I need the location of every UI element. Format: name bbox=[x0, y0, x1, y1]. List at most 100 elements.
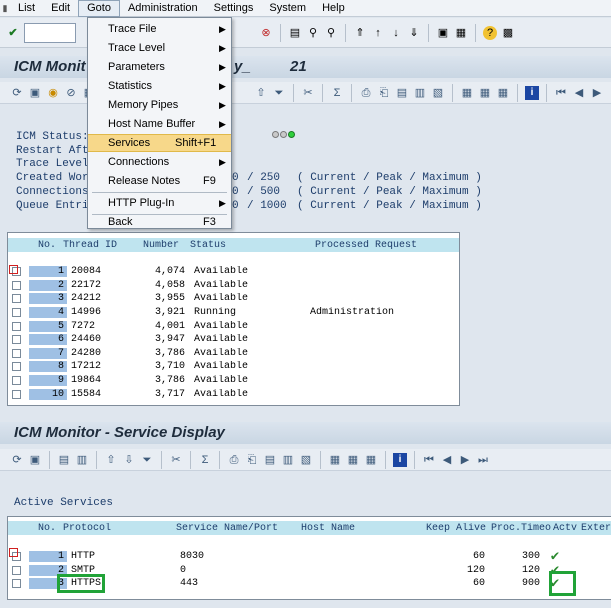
layout-change-icon[interactable]: ▦ bbox=[478, 86, 492, 100]
enter-check-icon[interactable]: ✔ bbox=[6, 26, 20, 40]
menu-list[interactable]: List bbox=[10, 0, 43, 17]
row-select-checkbox[interactable] bbox=[12, 362, 21, 372]
next-page-icon[interactable]: ▶ bbox=[590, 86, 604, 100]
previous-page-icon[interactable]: ↑ bbox=[371, 26, 385, 40]
export-icon[interactable]: ⎙ bbox=[227, 453, 241, 467]
col-service-name-port[interactable]: Service Name/Port bbox=[176, 523, 301, 534]
new-session-icon[interactable]: ▣ bbox=[436, 26, 450, 40]
layout-change-icon[interactable]: ▦ bbox=[346, 453, 360, 467]
sort-ascending-icon[interactable]: ⇧ bbox=[104, 453, 118, 467]
goto-connections[interactable]: Connections ▶ bbox=[88, 153, 231, 171]
goto-services[interactable]: Services Shift+F1 bbox=[88, 134, 231, 152]
deactivate-icon[interactable]: ▥ bbox=[75, 453, 89, 467]
spreadsheet-icon[interactable]: ▥ bbox=[413, 86, 427, 100]
cut-icon[interactable]: ✂ bbox=[169, 453, 183, 467]
goto-parameters[interactable]: Parameters ▶ bbox=[88, 58, 231, 76]
last-page-icon[interactable]: ⏭ bbox=[476, 453, 490, 467]
sort-descending-icon[interactable]: ⇩ bbox=[122, 453, 136, 467]
next-page-icon[interactable]: ▶ bbox=[458, 453, 472, 467]
filter-icon[interactable]: ⏷ bbox=[272, 86, 286, 100]
sort-ascending-icon[interactable]: ⇧ bbox=[254, 86, 268, 100]
menu-settings[interactable]: Settings bbox=[206, 0, 262, 17]
goto-release-notes[interactable]: Release Notes F9 bbox=[88, 172, 231, 190]
col-processed-request[interactable]: Processed Request bbox=[315, 240, 455, 251]
help-icon[interactable]: ? bbox=[483, 25, 497, 40]
table-row[interactable]: 10 15584 3,717 Available bbox=[8, 387, 459, 401]
table-row[interactable]: 1 20084 4,074 Available bbox=[8, 265, 459, 279]
activate-icon[interactable]: ▤ bbox=[57, 453, 71, 467]
row-select-checkbox[interactable] bbox=[12, 308, 21, 318]
spreadsheet-icon[interactable]: ▥ bbox=[281, 453, 295, 467]
find-icon[interactable]: ⚲ bbox=[306, 26, 320, 40]
col-active[interactable]: Actv bbox=[553, 523, 581, 534]
col-number[interactable]: Number bbox=[143, 240, 190, 251]
word-processing-icon[interactable]: ▤ bbox=[395, 86, 409, 100]
details-icon[interactable]: ▣ bbox=[28, 453, 42, 467]
previous-page-icon[interactable]: ◀ bbox=[572, 86, 586, 100]
row-select-checkbox[interactable] bbox=[12, 565, 21, 575]
sum-icon[interactable]: Σ bbox=[330, 86, 344, 100]
layout-select-icon[interactable]: ▦ bbox=[460, 86, 474, 100]
row-select-checkbox[interactable] bbox=[12, 321, 21, 331]
row-select-checkbox[interactable] bbox=[12, 348, 21, 358]
goto-trace-level[interactable]: Trace Level ▶ bbox=[88, 39, 231, 57]
cancel-icon[interactable]: ⊘ bbox=[64, 86, 78, 100]
layout-save-icon[interactable]: ▦ bbox=[364, 453, 378, 467]
first-page-icon[interactable]: ⏮ bbox=[422, 453, 436, 467]
col-external[interactable]: Exter bbox=[581, 523, 611, 534]
table-row[interactable]: 9 19864 3,786 Available bbox=[8, 374, 459, 388]
cut-icon[interactable]: ✂ bbox=[301, 86, 315, 100]
layout-icon[interactable]: ▩ bbox=[501, 26, 515, 40]
table-row[interactable]: 1 HTTP 8030 60 300 ✔ bbox=[8, 549, 611, 565]
filter-icon[interactable]: ⏷ bbox=[140, 453, 154, 467]
col-proc-timeout[interactable]: Proc.Timeo bbox=[491, 523, 553, 534]
row-select-checkbox[interactable] bbox=[12, 376, 21, 386]
find-next-icon[interactable]: ⚲ bbox=[324, 26, 338, 40]
local-file-icon[interactable]: ▧ bbox=[431, 86, 445, 100]
local-file-icon[interactable]: ▧ bbox=[299, 453, 313, 467]
menu-help[interactable]: Help bbox=[314, 0, 353, 17]
goto-memory-pipes[interactable]: Memory Pipes ▶ bbox=[88, 96, 231, 114]
col-host-name[interactable]: Host Name bbox=[301, 523, 426, 534]
refresh-icon[interactable]: ⟳ bbox=[10, 86, 24, 100]
first-page-icon[interactable]: ⇑ bbox=[353, 26, 367, 40]
shortcut-icon[interactable]: ▦ bbox=[454, 26, 468, 40]
next-page-icon[interactable]: ↓ bbox=[389, 26, 403, 40]
table-row[interactable]: 5 7272 4,001 Available bbox=[8, 319, 459, 333]
details-icon[interactable]: ▣ bbox=[28, 86, 42, 100]
row-select-checkbox[interactable] bbox=[12, 579, 21, 589]
export-icon[interactable]: ⎙ bbox=[359, 86, 373, 100]
table-row[interactable]: 4 14996 3,921 Running Administration bbox=[8, 306, 459, 320]
menu-edit[interactable]: Edit bbox=[43, 0, 78, 17]
last-page-icon[interactable]: ⇓ bbox=[407, 26, 421, 40]
row-select-checkbox[interactable] bbox=[12, 335, 21, 345]
previous-page-icon[interactable]: ◀ bbox=[440, 453, 454, 467]
layout-save-icon[interactable]: ▦ bbox=[496, 86, 510, 100]
print-icon[interactable]: ▤ bbox=[288, 26, 302, 40]
info-icon[interactable]: i bbox=[525, 85, 539, 100]
row-select-checkbox[interactable] bbox=[12, 389, 21, 399]
row-select-checkbox[interactable] bbox=[12, 280, 21, 290]
first-page-icon[interactable]: ⏮ bbox=[554, 86, 568, 100]
goto-host-name-buffer[interactable]: Host Name Buffer ▶ bbox=[88, 115, 231, 133]
command-field[interactable] bbox=[24, 22, 76, 43]
word-processing-icon[interactable]: ▤ bbox=[263, 453, 277, 467]
table-row[interactable]: 3 24212 3,955 Available bbox=[8, 292, 459, 306]
goto-http-plug-in[interactable]: HTTP Plug-In ▶ bbox=[88, 194, 231, 212]
menu-administration[interactable]: Administration bbox=[120, 0, 206, 17]
exit-icon[interactable]: ⊗ bbox=[259, 26, 273, 40]
table-row[interactable]: 6 24460 3,947 Available bbox=[8, 333, 459, 347]
goto-back[interactable]: Back F3 bbox=[88, 213, 231, 231]
refresh-icon[interactable]: ⟳ bbox=[10, 453, 24, 467]
table-row[interactable]: 2 22172 4,058 Available bbox=[8, 279, 459, 293]
info-icon[interactable]: i bbox=[393, 452, 407, 467]
col-no[interactable]: No. bbox=[8, 240, 63, 251]
col-status[interactable]: Status bbox=[190, 240, 315, 251]
sum-icon[interactable]: Σ bbox=[198, 453, 212, 467]
table-row[interactable]: 7 24280 3,786 Available bbox=[8, 347, 459, 361]
col-no[interactable]: No. bbox=[8, 523, 63, 534]
col-thread-id[interactable]: Thread ID bbox=[63, 240, 143, 251]
table-row[interactable]: 8 17212 3,710 Available bbox=[8, 360, 459, 374]
col-keep-alive[interactable]: Keep Alive bbox=[426, 523, 491, 534]
layout-select-icon[interactable]: ▦ bbox=[328, 453, 342, 467]
